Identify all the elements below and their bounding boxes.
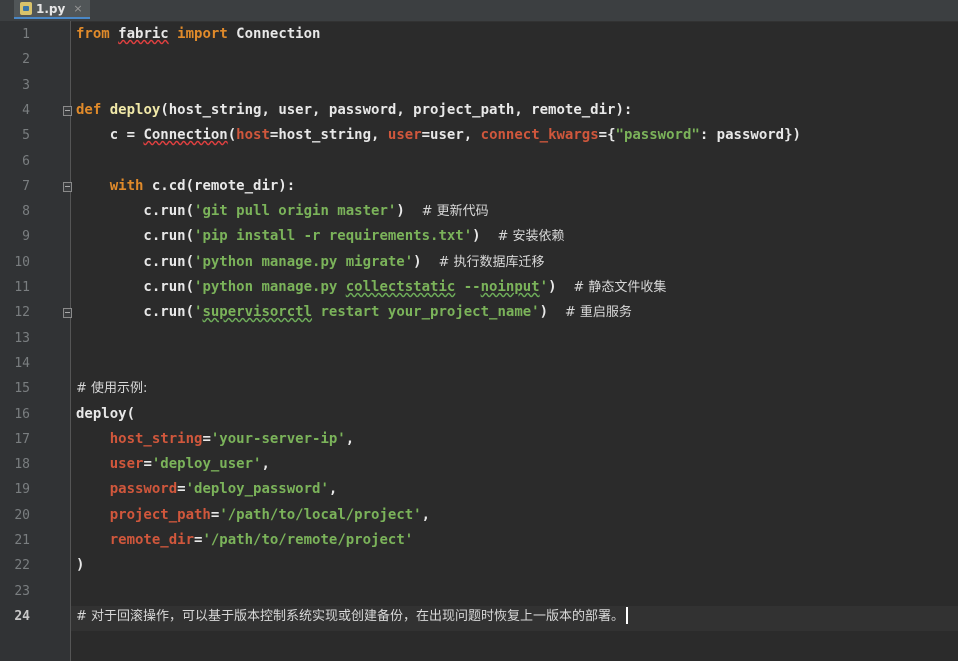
line-number: 11	[14, 280, 30, 295]
line-number: 13	[14, 330, 30, 346]
code-line[interactable]: c = Connection(host=host_string, user=us…	[76, 123, 801, 148]
line-number: 23	[14, 583, 30, 599]
line-number: 10	[14, 254, 30, 270]
code-line[interactable]: project_path='/path/to/local/project',	[76, 503, 430, 528]
code-line[interactable]: c.run('git pull origin master') # 更新代码	[76, 199, 488, 224]
line-number: 18	[14, 457, 30, 473]
fold-icon[interactable]	[63, 181, 72, 192]
tab-label: 1.py	[36, 1, 66, 16]
code-line[interactable]: user='deploy_user',	[76, 452, 270, 477]
code-line[interactable]: password='deploy_password',	[76, 477, 338, 502]
code-line[interactable]: # 对于回滚操作，可以基于版本控制系统实现或创建备份，在出现问题时恢复上一版本的…	[76, 604, 629, 629]
code-line[interactable]: def deploy(host_string, user, password, …	[76, 98, 632, 123]
line-number: 22	[14, 558, 30, 574]
line-number: 20	[14, 507, 30, 523]
line-number: 12	[14, 305, 30, 321]
line-number: 24	[14, 608, 30, 624]
close-icon[interactable]: ×	[73, 2, 82, 15]
line-number: 9	[22, 229, 30, 245]
line-number: 21	[14, 533, 30, 548]
line-number: 7	[22, 178, 30, 194]
code-line[interactable]: host_string='your-server-ip',	[76, 427, 354, 452]
code-line[interactable]: c.run('pip install -r requirements.txt')…	[76, 224, 564, 249]
code-line[interactable]: with c.cd(remote_dir):	[76, 174, 295, 199]
code-line[interactable]: from fabric import Connection	[76, 22, 320, 47]
line-number: 14	[14, 355, 30, 371]
python-file-icon	[20, 2, 32, 15]
line-number: 6	[22, 153, 30, 169]
code-line[interactable]: deploy(	[76, 402, 135, 427]
code-line[interactable]: )	[76, 553, 84, 578]
line-number: 1	[22, 27, 30, 42]
line-number: 8	[22, 204, 30, 220]
line-number: 16	[14, 406, 30, 422]
line-number: 3	[22, 77, 30, 93]
fold-icon[interactable]	[63, 105, 72, 116]
fold-icon[interactable]	[63, 308, 72, 319]
code-line[interactable]: c.run('python manage.py collectstatic --…	[76, 275, 666, 300]
tab-1-py[interactable]: 1.py ×	[14, 0, 90, 19]
line-number-gutter: 1 2 3 4 5 6 7 8 9 10 11 12 13 14 15 16 17 18 19 20 21 22 23 24	[0, 21, 72, 661]
line-number: 2	[22, 52, 30, 68]
code-line[interactable]: c.run('python manage.py migrate') # 执行数据…	[76, 250, 544, 275]
editor-tab-bar: 1.py ×	[0, 0, 958, 22]
line-number: 17	[14, 431, 30, 447]
code-line[interactable]: c.run('supervisorctl restart your_projec…	[76, 300, 632, 325]
code-line[interactable]: remote_dir='/path/to/remote/project'	[76, 528, 413, 553]
text-caret	[626, 607, 629, 625]
line-number: 19	[14, 482, 30, 498]
code-line[interactable]: # 使用示例:	[76, 376, 147, 401]
ide-window: 1.py × 1 2 3 4 5 6 7 8 9 10 11 12 13 14 15 16 17 18 19 20 21…	[0, 0, 958, 661]
line-number: 5	[22, 128, 30, 144]
line-number: 4	[22, 102, 30, 118]
line-number: 15	[14, 381, 30, 397]
